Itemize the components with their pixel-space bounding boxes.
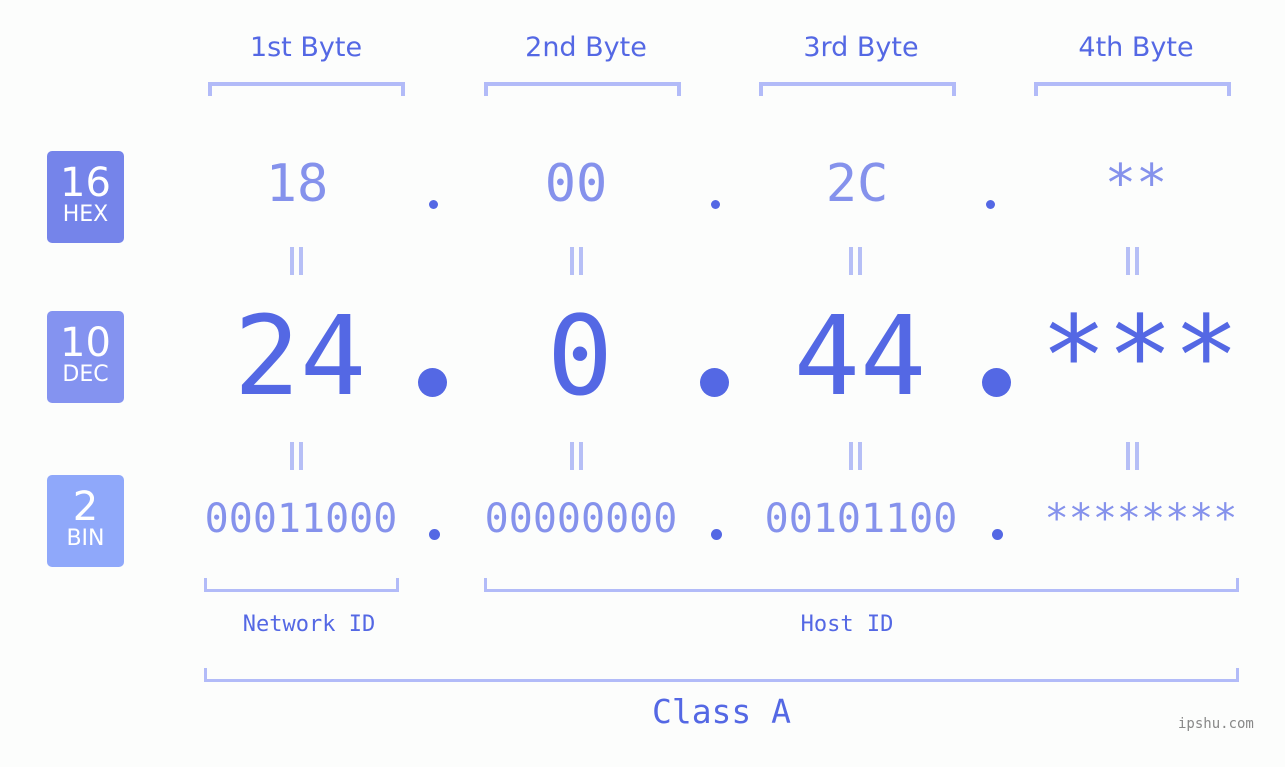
hex-badge-base: 16 xyxy=(60,160,111,206)
hex-separator-dot-1 xyxy=(429,200,438,209)
bin-value-2: 00000000 xyxy=(484,496,678,542)
bin-badge: 2 BIN xyxy=(47,475,124,567)
equals-marker xyxy=(568,442,586,470)
byte-header-4: 4th Byte xyxy=(1078,32,1194,63)
bin-value-1: 00011000 xyxy=(204,496,398,542)
byte-bracket-2 xyxy=(484,82,681,96)
hex-value-2: 00 xyxy=(544,154,608,214)
dec-value-3: 44 xyxy=(793,292,927,420)
dec-separator-dot-3 xyxy=(982,368,1011,397)
byte-bracket-3 xyxy=(759,82,956,96)
dec-value-4: *** xyxy=(1040,292,1240,420)
dec-badge-label: DEC xyxy=(62,362,109,387)
dec-badge-base: 10 xyxy=(60,320,111,366)
bin-separator-dot-1 xyxy=(429,529,440,540)
byte-header-3: 3rd Byte xyxy=(803,32,919,63)
hex-value-3: 2C xyxy=(825,154,889,214)
bin-badge-label: BIN xyxy=(66,526,105,551)
network-id-label: Network ID xyxy=(242,612,376,637)
equals-marker xyxy=(288,442,306,470)
hex-value-1: 18 xyxy=(265,154,329,214)
bin-separator-dot-2 xyxy=(711,529,722,540)
hex-badge-label: HEX xyxy=(62,202,109,227)
byte-header-1: 1st Byte xyxy=(249,32,363,63)
hex-badge: 16 HEX xyxy=(47,151,124,243)
hex-value-4: ** xyxy=(1104,154,1168,214)
byte-header-2: 2nd Byte xyxy=(525,32,647,63)
hex-separator-dot-2 xyxy=(711,200,720,209)
equals-marker xyxy=(1124,442,1142,470)
equals-marker xyxy=(1124,247,1142,275)
equals-marker xyxy=(288,247,306,275)
bin-badge-base: 2 xyxy=(72,484,99,530)
dec-separator-dot-2 xyxy=(700,368,729,397)
byte-bracket-1 xyxy=(208,82,405,96)
hex-separator-dot-3 xyxy=(986,200,995,209)
bin-separator-dot-3 xyxy=(992,529,1003,540)
bin-value-3: 00101100 xyxy=(764,496,958,542)
dec-value-1: 24 xyxy=(233,292,367,420)
equals-marker xyxy=(568,247,586,275)
equals-marker xyxy=(847,442,865,470)
watermark: ipshu.com xyxy=(1178,716,1254,732)
host-id-label: Host ID xyxy=(800,612,894,637)
dec-separator-dot-1 xyxy=(418,368,447,397)
equals-marker xyxy=(847,247,865,275)
class-bracket xyxy=(204,668,1239,682)
class-label: Class A xyxy=(651,692,792,731)
network-id-bracket xyxy=(204,578,399,592)
dec-value-2: 0 xyxy=(546,292,614,420)
bin-value-4: ******** xyxy=(1044,496,1238,542)
dec-badge: 10 DEC xyxy=(47,311,124,403)
host-id-bracket xyxy=(484,578,1239,592)
byte-bracket-4 xyxy=(1034,82,1231,96)
